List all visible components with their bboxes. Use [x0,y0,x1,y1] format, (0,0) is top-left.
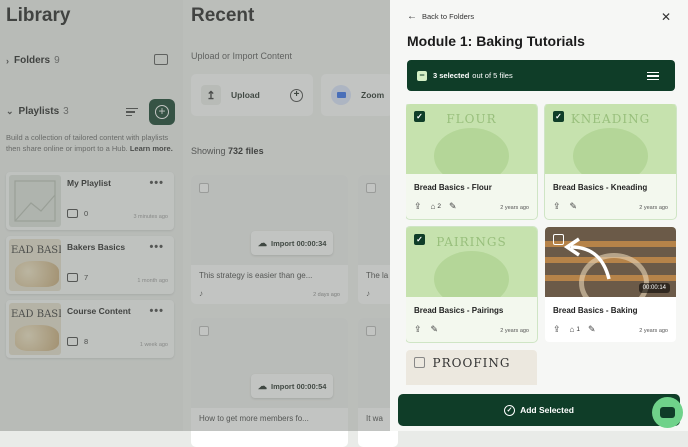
close-icon[interactable]: ✕ [661,10,671,24]
selection-bar: − 3 selected out of 5 files [407,60,675,91]
checkbox[interactable] [414,357,425,368]
check-circle-icon: ✓ [504,404,516,416]
checkbox-checked[interactable]: ✓ [414,111,425,122]
edit-icon[interactable]: ✎ [570,201,578,212]
edit-icon[interactable]: ✎ [449,201,457,212]
chat-icon [660,407,675,418]
file-card[interactable]: PROOFING [406,350,537,385]
share-icon[interactable]: ⇪ [553,201,561,212]
tag-count: 2 [437,203,442,210]
file-title: Bread Basics - Flour [414,183,492,192]
tag-icon[interactable]: ⌂ [431,202,436,211]
chat-support-button[interactable] [652,397,683,428]
files-grid: FLOUR ✓ Bread Basics - Flour ⇪ ⌂ 2 ✎ 2 years… [406,104,678,385]
checkbox-checked[interactable]: ✓ [553,111,564,122]
deselect-checkbox[interactable]: − [417,70,427,81]
file-card[interactable]: FLOUR ✓ Bread Basics - Flour ⇪ ⌂ 2 ✎ 2 years… [406,104,537,219]
file-date: 2 years ago [500,205,529,211]
file-date: 2 years ago [639,205,668,211]
arrow-left-icon: ← [407,11,417,22]
file-date: 2 years ago [500,328,529,334]
tag-icon[interactable]: ⌂ [570,325,575,334]
curved-arrow-icon [563,237,611,280]
share-icon[interactable]: ⇪ [414,324,422,335]
modal-backdrop[interactable] [0,0,390,431]
panel-title: Module 1: Baking Tutorials [407,33,585,49]
file-title: Bread Basics - Kneading [553,183,648,192]
file-card[interactable]: KNEADING ✓ Bread Basics - Kneading ⇪ ✎ 2 y… [545,104,676,219]
tag-count: 1 [576,326,581,333]
edit-icon[interactable]: ✎ [588,324,596,335]
selected-total: out of 5 files [472,71,513,80]
folder-panel: ← Back to Folders ✕ Module 1: Baking Tuto… [390,0,688,431]
file-card[interactable]: 00:00:14 Bread Basics - Baking ⇪ ⌂ 1 ✎ 2 ye… [545,227,676,342]
file-title: Bread Basics - Baking [553,306,638,315]
selected-count: 3 selected [433,71,470,80]
checkbox-checked[interactable]: ✓ [414,234,425,245]
list-options-icon[interactable] [647,70,659,82]
back-to-folders-link[interactable]: ← Back to Folders [407,11,474,22]
file-card[interactable]: PAIRINGS ✓ Bread Basics - Pairings ⇪ ✎ 2 y… [406,227,537,342]
add-selected-button[interactable]: ✓ Add Selected [398,394,680,426]
share-icon[interactable]: ⇪ [414,201,422,212]
edit-icon[interactable]: ✎ [431,324,439,335]
video-duration: 00:00:14 [638,283,670,293]
file-title: Bread Basics - Pairings [414,306,504,315]
baking-thumbnail: 00:00:14 [545,227,676,297]
share-icon[interactable]: ⇪ [553,324,561,335]
file-date: 2 years ago [639,328,668,334]
